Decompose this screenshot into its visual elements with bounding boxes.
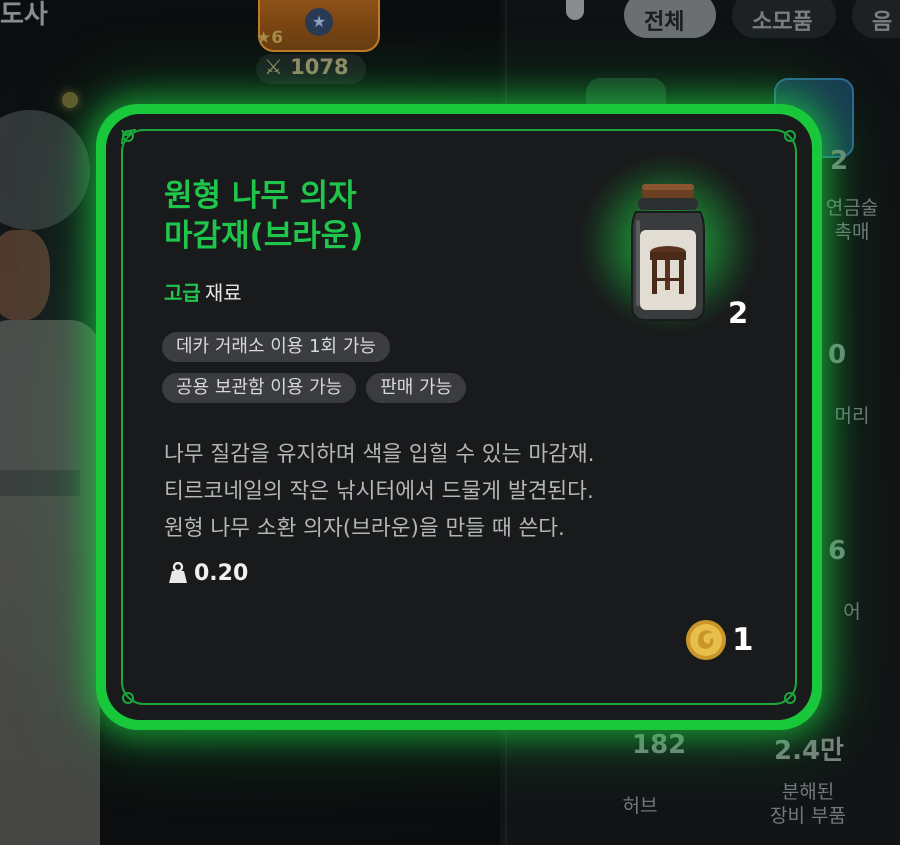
filter-icon[interactable] [566, 0, 584, 20]
weight-icon [169, 562, 187, 583]
description-line: 원형 나무 소환 의자(브라운)을 만들 때 쓴다. [164, 516, 565, 541]
item-grade: 고급 재료 [164, 277, 242, 306]
light-orb [62, 92, 78, 108]
item-description: 나무 질감을 유지하며 색을 입힐 수 있는 마감재. 티르코네일의 작은 낚시… [164, 436, 764, 547]
item-tooltip: 원형 나무 의자 마감재(브라운) 고급 재료 2 데카 거래소 이용 1회 가… [106, 114, 812, 720]
swords-icon: ⚔ [264, 55, 283, 79]
star-icon: ★ [305, 8, 333, 36]
tab-consumables[interactable]: 소모품 [732, 0, 836, 38]
inventory-slot-count: 6 [828, 536, 847, 566]
item-quantity: 2 [728, 296, 749, 330]
grade-label: 고급 [164, 281, 201, 305]
inventory-slot-count: 182 [632, 730, 687, 760]
combat-power: ⚔ 1078 [264, 55, 349, 79]
description-line: 나무 질감을 유지하며 색을 입힐 수 있는 마감재. [164, 442, 595, 467]
inventory-slot-count: 2.4만 [774, 736, 844, 766]
inventory-slot-count: 0 [828, 340, 847, 370]
character-rank: ★6 [256, 28, 284, 48]
character-class-label: 도사 [0, 0, 48, 30]
inventory-slot-label: 분해된 장비 부품 [770, 781, 846, 827]
tag-row: 데카 거래소 이용 1회 가능 [162, 332, 602, 362]
description-line: 티르코네일의 작은 낚시터에서 드물게 발견된다. [164, 479, 594, 504]
tag-exchange-limit: 데카 거래소 이용 1회 가능 [162, 332, 390, 362]
character-coat-trim [0, 470, 80, 496]
inventory-slot-label: 머리 [834, 405, 870, 427]
tab-all[interactable]: 전체 [624, 0, 716, 38]
inventory-slot-label: 연금술 촉매 [825, 197, 879, 243]
inventory-slot-label: 허브 [622, 795, 658, 817]
tag-row: 공용 보관함 이용 가능 판매 가능 [162, 373, 602, 403]
item-name: 원형 나무 의자 마감재(브라운) [164, 178, 364, 254]
item-price: 1 [684, 618, 754, 662]
price-value: 1 [732, 622, 754, 658]
combat-power-value: 1078 [290, 55, 349, 79]
inventory-slot-count: 2 [830, 146, 849, 176]
character-hat [0, 110, 90, 230]
tag-sellable: 판매 가능 [366, 373, 467, 403]
gold-coin-icon [686, 620, 726, 660]
tag-shared-storage: 공용 보관함 이용 가능 [162, 373, 357, 403]
weight-value: 0.20 [194, 560, 249, 586]
game-screen: 도사 ★ ★6 ⚔ 1078 전체 소모품 음 2 연금술 촉매 0 머리 6 … [0, 0, 900, 845]
inventory-slot-label: 어 [843, 601, 861, 623]
character-face [0, 230, 50, 320]
character-coat [0, 320, 100, 845]
stool-dye-jar-icon [631, 184, 705, 321]
item-tags: 데카 거래소 이용 1회 가능 공용 보관함 이용 가능 판매 가능 [162, 332, 602, 414]
item-type-label: 재료 [204, 281, 242, 305]
tab-other[interactable]: 음 [852, 0, 900, 38]
item-weight: 0.20 [168, 558, 248, 588]
